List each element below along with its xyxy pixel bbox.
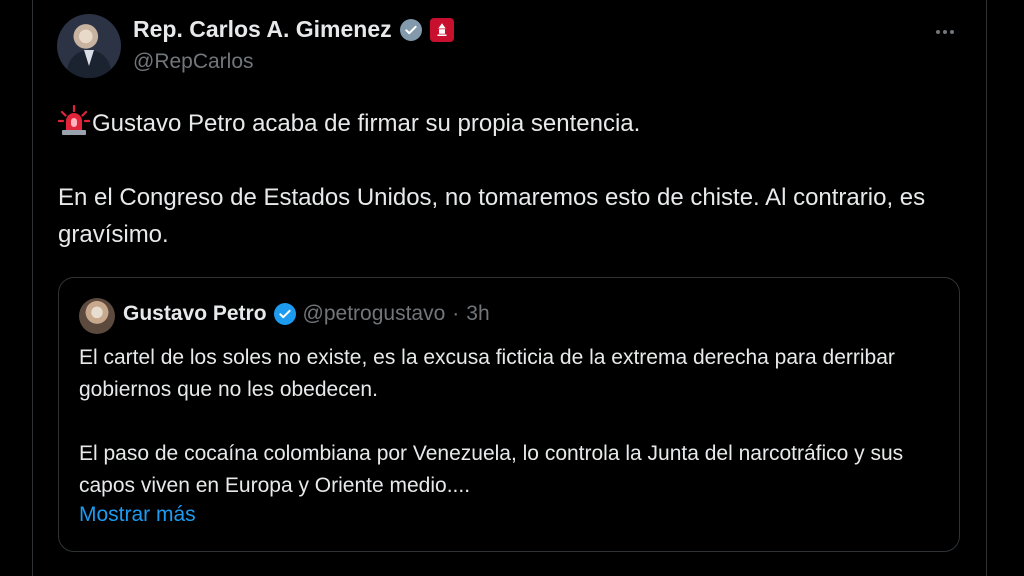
author-handle[interactable]: @RepCarlos [133, 50, 254, 74]
tweet-line-2: En el Congreso de Estados Unidos, no tom… [58, 184, 926, 248]
tweet-line-1: Gustavo Petro acaba de firmar su propia … [92, 110, 641, 137]
quoted-author-avatar[interactable] [79, 298, 115, 334]
separator-dot: · [452, 302, 460, 325]
show-more-link[interactable]: Mostrar más [79, 503, 196, 527]
author-display-name[interactable]: Rep. Carlos A. Gimenez [133, 16, 392, 43]
column-border-right [986, 0, 987, 576]
quoted-tweet[interactable]: Gustavo Petro @petrogustavo · 3h El cart… [58, 277, 960, 552]
siren-icon [58, 105, 90, 135]
congress-seal-icon[interactable] [429, 17, 454, 42]
tweet[interactable]: Rep. Carlos A. Gimenez @RepCarlos Gustav… [33, 0, 986, 576]
verified-badge-icon[interactable] [399, 18, 422, 41]
quoted-author-name[interactable]: Gustavo Petro [123, 302, 267, 326]
author-avatar[interactable] [57, 14, 121, 78]
more-options-icon[interactable] [931, 18, 959, 46]
author-name-row: Rep. Carlos A. Gimenez [133, 16, 454, 43]
quoted-text: El cartel de los soles no existe, es la … [79, 342, 949, 502]
tweet-text: Gustavo Petro acaba de firmar su propia … [58, 105, 938, 253]
quoted-timestamp[interactable]: 3h [466, 302, 489, 326]
blue-verified-icon[interactable] [273, 303, 296, 325]
quoted-paragraph-1: El cartel de los soles no existe, es la … [79, 346, 895, 401]
quoted-paragraph-2: El paso de cocaína colombiana por Venezu… [79, 442, 904, 497]
quoted-author-row: Gustavo Petro @petrogustavo · 3h [123, 302, 490, 326]
quoted-author-handle[interactable]: @petrogustavo [303, 302, 446, 326]
